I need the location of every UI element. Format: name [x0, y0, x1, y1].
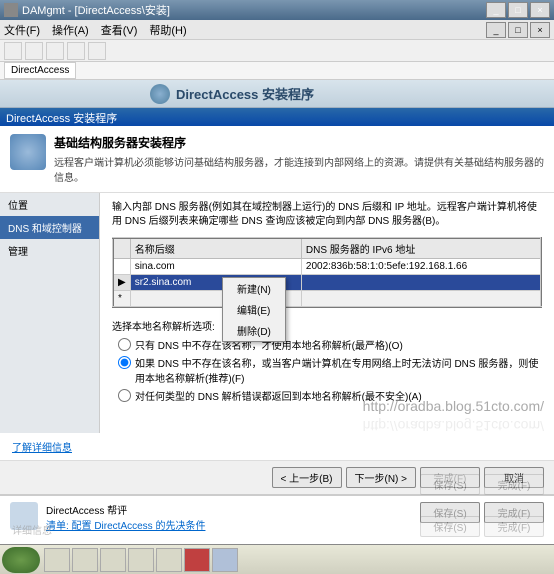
app-icon — [4, 3, 18, 17]
inner-maximize-button[interactable]: □ — [508, 22, 528, 38]
directaccess-icon — [150, 84, 170, 104]
radio-opt2[interactable] — [118, 356, 131, 369]
wizard-step-desc: 远程客户端计算机必须能够访问基础结构服务器，才能连接到内部网络上的资源。请提供有… — [54, 154, 544, 184]
minimize-button[interactable]: _ — [486, 2, 506, 18]
options-label: 选择本地名称解析选项: — [112, 318, 542, 333]
task-item[interactable] — [128, 548, 154, 572]
table-row-new[interactable]: * — [113, 291, 541, 308]
page-title: DirectAccess 安装程序 — [176, 84, 314, 103]
wizard-sidebar: 位置 DNS 和域控制器 管理 — [0, 193, 100, 433]
back-icon[interactable] — [4, 42, 22, 60]
prev-button[interactable]: < 上一步(B) — [272, 467, 342, 488]
next-button[interactable]: 下一步(N) > — [346, 467, 417, 488]
menu-file[interactable]: 文件(F) — [4, 22, 40, 38]
context-menu: 新建(N) 编辑(E) 删除(D) — [222, 277, 286, 342]
task-item[interactable] — [72, 548, 98, 572]
radio-opt3-label: 对任何类型的 DNS 解析错误都返回到本地名称解析(最不安全)(A) — [135, 388, 422, 403]
main-panel: 输入内部 DNS 服务器(例如其在域控制器上运行)的 DNS 后缀和 IP 地址… — [100, 193, 554, 433]
col-address[interactable]: DNS 服务器的 IPv6 地址 — [301, 238, 541, 259]
close-button[interactable]: × — [530, 2, 550, 18]
wizard-step-title: 基础结构服务器安装程序 — [54, 134, 544, 151]
ctx-new[interactable]: 新建(N) — [223, 278, 285, 299]
cell-addr[interactable]: 2002:836b:58:1:0:5efe:192.168.1.66 — [301, 259, 541, 275]
radio-opt3-row[interactable]: 对任何类型的 DNS 解析错误都返回到本地名称解析(最不安全)(A) — [112, 388, 542, 403]
task-item[interactable] — [156, 548, 182, 572]
maximize-button[interactable]: □ — [508, 2, 528, 18]
wizard-titlebar: DirectAccess 安装程序 — [0, 108, 554, 126]
lower-title: DirectAccess 帮评 — [46, 502, 420, 517]
tool-icon-2[interactable] — [67, 42, 85, 60]
wizard-body: 位置 DNS 和域控制器 管理 输入内部 DNS 服务器(例如其在域控制器上运行… — [0, 193, 554, 433]
sidebar-item-dns[interactable]: DNS 和域控制器 — [0, 216, 99, 239]
menu-action[interactable]: 操作(A) — [52, 22, 89, 38]
help-icon[interactable] — [88, 42, 106, 60]
radio-opt2-row[interactable]: 如果 DNS 中不存在该名称，或当客户端计算机在专用网络上时无法访问 DNS 服… — [112, 355, 542, 385]
sidebar-item-manage[interactable]: 管理 — [0, 239, 99, 262]
table-row[interactable]: sina.com 2002:836b:58:1:0:5efe:192.168.1… — [113, 259, 541, 275]
radio-opt3[interactable] — [118, 389, 131, 402]
tool-icon-1[interactable] — [46, 42, 64, 60]
menu-help[interactable]: 帮助(H) — [149, 22, 186, 38]
inner-close-button[interactable]: × — [530, 22, 550, 38]
radio-opt1[interactable] — [118, 338, 131, 351]
options-block: 选择本地名称解析选项: 只有 DNS 中不存在该名称，才使用本地名称解析(最严格… — [112, 318, 542, 403]
menubar: 文件(F) 操作(A) 查看(V) 帮助(H) _ □ × — [0, 20, 554, 40]
table-row-selected[interactable]: ▶ sr2.sina.com — [113, 275, 541, 291]
link-row: 了解详细信息 — [0, 433, 554, 460]
row-header-col — [113, 238, 130, 259]
task-item[interactable] — [100, 548, 126, 572]
task-item-active[interactable] — [212, 548, 238, 572]
cell-addr[interactable] — [301, 275, 541, 291]
inner-minimize-button[interactable]: _ — [486, 22, 506, 38]
cell-suffix[interactable]: sina.com — [130, 259, 301, 275]
tab-strip: DirectAccess — [0, 62, 554, 80]
ctx-delete[interactable]: 删除(D) — [223, 320, 285, 341]
start-button[interactable] — [2, 547, 40, 573]
task-item[interactable] — [184, 548, 210, 572]
prerequisites-link[interactable]: 清单: 配置 DirectAccess 的先决条件 — [46, 521, 205, 532]
ctx-edit[interactable]: 编辑(E) — [223, 299, 285, 320]
ghost-buttons-2: 保存(S) 完成(F) — [420, 516, 544, 537]
tab-directaccess[interactable]: DirectAccess — [4, 62, 76, 79]
window-title: DAMgmt - [DirectAccess\安装] — [22, 2, 486, 18]
sidebar-item-location[interactable]: 位置 — [0, 193, 99, 216]
cell-suffix: * — [113, 291, 130, 308]
more-info-link[interactable]: 了解详细信息 — [12, 443, 72, 454]
toolbar — [0, 40, 554, 62]
radio-opt1-row[interactable]: 只有 DNS 中不存在该名称，才使用本地名称解析(最严格)(O) — [112, 337, 542, 352]
ghost-label: 详细信息 — [12, 522, 52, 537]
task-item[interactable] — [44, 548, 70, 572]
menu-view[interactable]: 查看(V) — [101, 22, 138, 38]
radio-opt2-label: 如果 DNS 中不存在该名称，或当客户端计算机在专用网络上时无法访问 DNS 服… — [135, 355, 542, 385]
wizard-header: 基础结构服务器安装程序 远程客户端计算机必须能够访问基础结构服务器，才能连接到内… — [0, 126, 554, 193]
page-header: DirectAccess 安装程序 — [0, 80, 554, 108]
forward-icon[interactable] — [25, 42, 43, 60]
window-titlebar: DAMgmt - [DirectAccess\安装] _ □ × — [0, 0, 554, 20]
wizard-icon — [10, 134, 46, 170]
main-description: 输入内部 DNS 服务器(例如其在域控制器上运行)的 DNS 后缀和 IP 地址… — [112, 201, 542, 229]
taskbar — [0, 544, 554, 574]
dns-table[interactable]: 名称后缀 DNS 服务器的 IPv6 地址 sina.com 2002:836b… — [112, 237, 542, 308]
ghost-buttons: 保存(S) 完成(F) — [420, 474, 544, 495]
col-suffix[interactable]: 名称后缀 — [130, 238, 301, 259]
